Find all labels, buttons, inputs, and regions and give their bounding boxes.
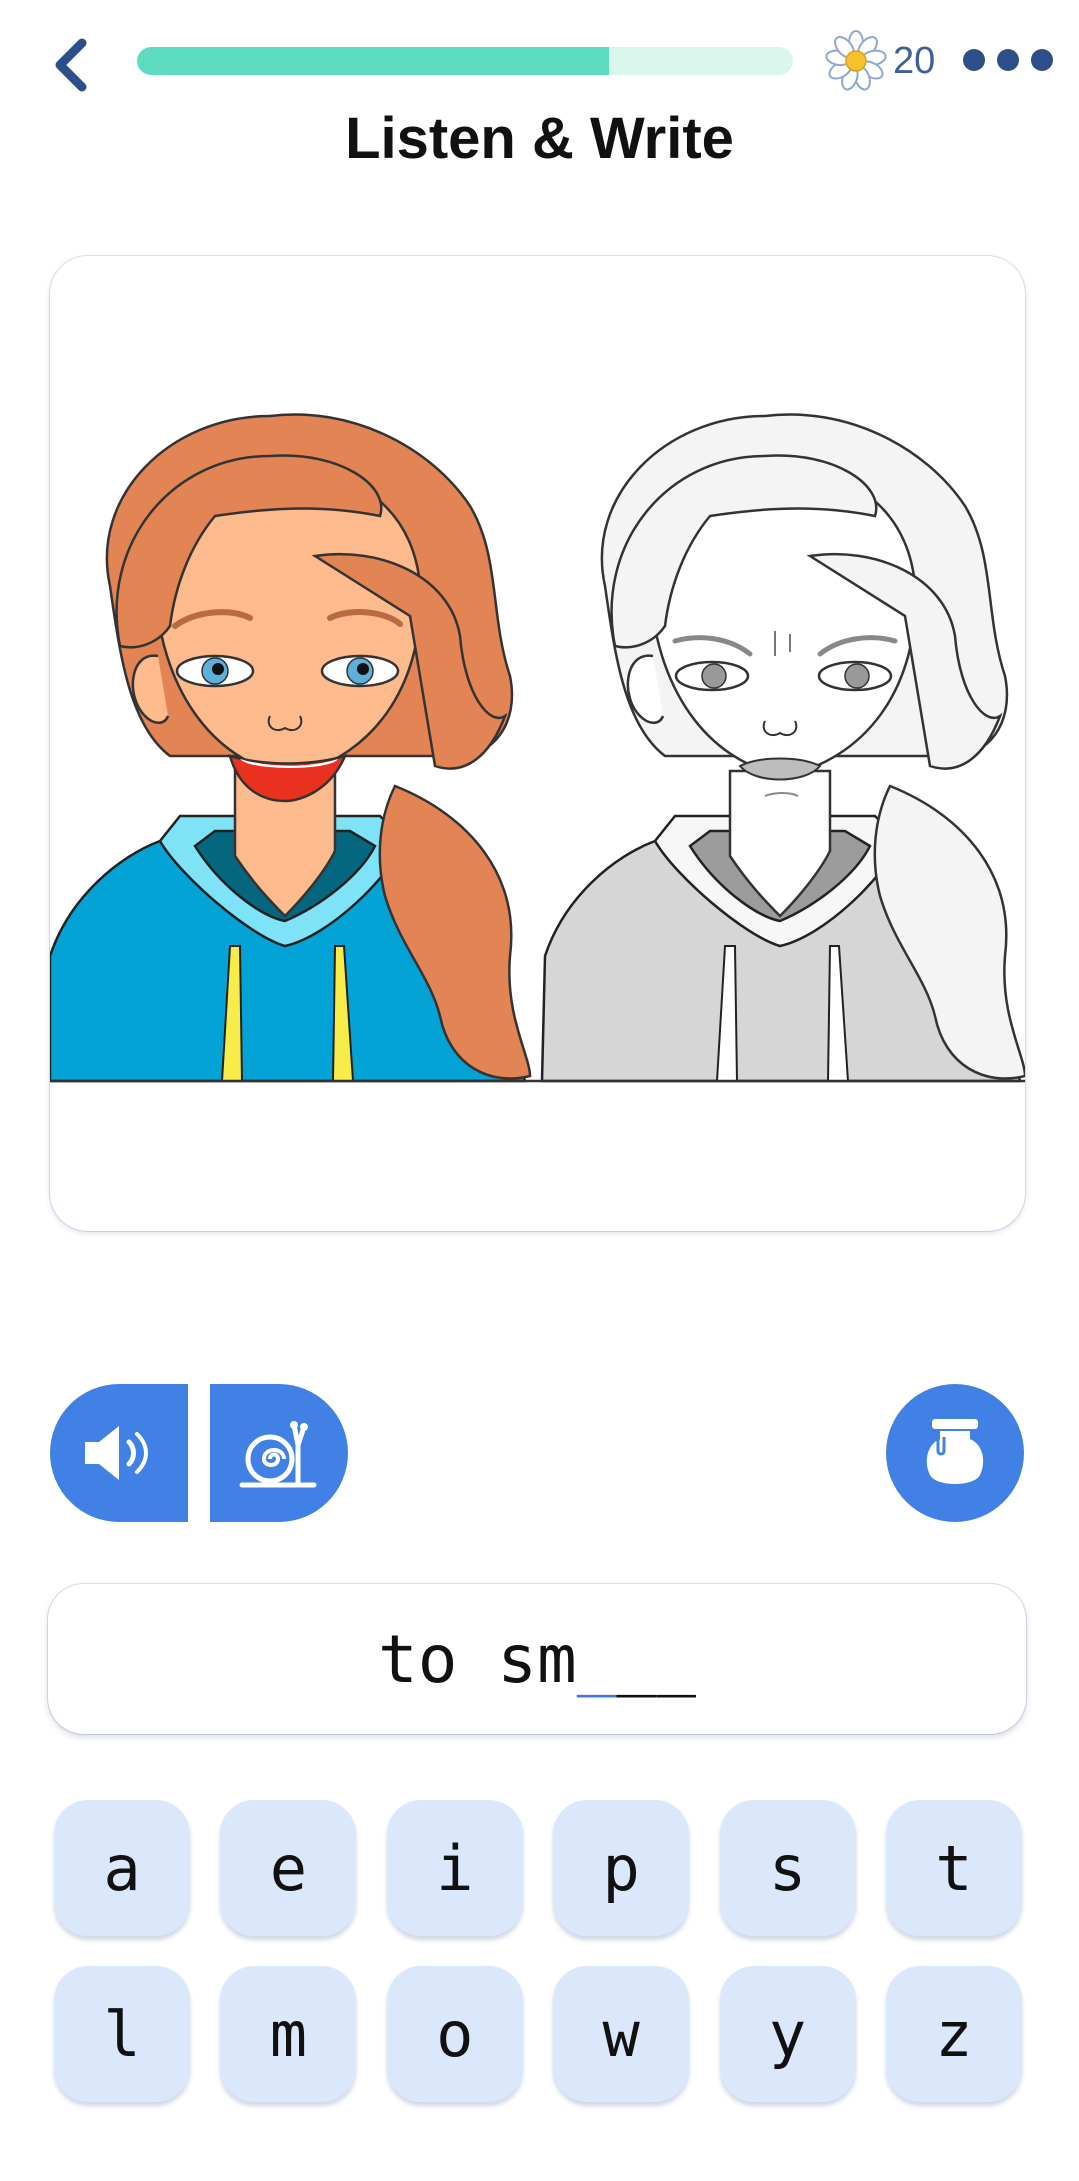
back-button[interactable]: [40, 30, 100, 100]
emotion-illustration: [50, 413, 1025, 1083]
keyboard-row: a e i p s t: [54, 1800, 1022, 1936]
letter-key[interactable]: t: [885, 1800, 1022, 1936]
chevron-left-icon: [55, 38, 87, 92]
letter-key[interactable]: l: [54, 1966, 190, 2102]
points-value: 20: [893, 39, 936, 82]
lesson-progress-bar: [137, 47, 793, 75]
speaker-icon: [85, 1426, 148, 1480]
points-counter: 20: [825, 28, 945, 94]
hint-button[interactable]: [886, 1384, 1024, 1522]
letter-key[interactable]: p: [553, 1800, 690, 1936]
lesson-progress-fill: [137, 47, 610, 75]
play-slow-audio-button[interactable]: [210, 1384, 348, 1522]
keyboard-row: l m o w y z: [54, 1966, 1022, 2102]
more-dots-icon: [1031, 49, 1053, 71]
snail-icon: [239, 1421, 317, 1488]
happy-girl-illustration: [50, 413, 532, 1083]
answer-blank: _: [616, 1620, 657, 1698]
more-dots-icon: [997, 49, 1019, 71]
daisy-flower-icon: [825, 30, 887, 91]
answer-blank: _: [656, 1620, 696, 1698]
answer-blank: _: [576, 1620, 617, 1698]
page-title: Listen & Write: [345, 106, 734, 171]
letter-key[interactable]: w: [553, 1966, 690, 2102]
more-options-button[interactable]: [963, 40, 1053, 80]
angry-girl-illustration: [540, 413, 1025, 1083]
letter-key[interactable]: y: [719, 1966, 856, 2102]
honey-pot-icon: [926, 1419, 984, 1484]
letter-key[interactable]: e: [220, 1800, 357, 1936]
letter-key[interactable]: m: [220, 1966, 357, 2102]
letter-key[interactable]: a: [54, 1800, 190, 1936]
play-audio-button[interactable]: [50, 1384, 188, 1522]
letter-key[interactable]: o: [386, 1966, 523, 2102]
letter-key[interactable]: z: [885, 1966, 1022, 2102]
more-dots-icon: [963, 49, 985, 71]
answer-typed-text: to sm: [378, 1620, 577, 1698]
letter-key[interactable]: s: [719, 1800, 856, 1936]
illustration-card: [50, 256, 1025, 1231]
letter-key[interactable]: i: [386, 1800, 523, 1936]
letter-keyboard: a e i p s t l m o w y z: [54, 1800, 1022, 2132]
answer-field[interactable]: to sm _ _ _: [48, 1584, 1026, 1734]
